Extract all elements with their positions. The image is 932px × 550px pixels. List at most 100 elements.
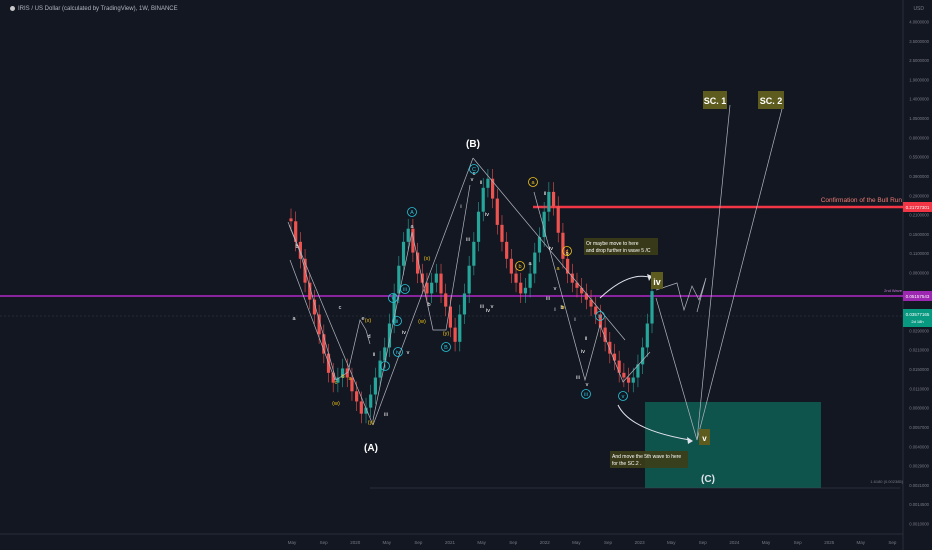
- price-tick-label: 0.2100000: [909, 213, 929, 218]
- time-tick-label: 2020: [350, 540, 361, 545]
- wave-label: ii: [585, 336, 587, 342]
- candle-body: [458, 314, 462, 342]
- iv-callout: iv: [651, 272, 663, 289]
- v-callout: v: [699, 429, 710, 445]
- price-tick-label: 1.0500000: [909, 116, 929, 121]
- wave-label: v: [407, 350, 410, 356]
- wave-label: iv: [581, 349, 585, 355]
- wave-label: (x): [365, 318, 372, 324]
- sc1-label: SC. 1: [704, 96, 727, 106]
- candle-body: [486, 178, 490, 188]
- wave-label: i: [574, 317, 575, 323]
- wave-label: iv: [598, 314, 602, 320]
- time-tick-label: 2025: [824, 540, 835, 545]
- symbol-title: IRIS / US Dollar (calculated by TradingV…: [18, 6, 178, 13]
- candle-body: [500, 224, 504, 242]
- price-tick-label: 2.5000000: [909, 58, 929, 63]
- candle-body: [373, 377, 377, 395]
- wave-label: b: [427, 302, 430, 308]
- time-tick-label: May: [857, 540, 866, 545]
- wave-label: ii: [480, 180, 482, 186]
- price-tick-label: 0.0010000: [909, 522, 929, 527]
- candle-body: [551, 191, 556, 207]
- candle-body: [444, 293, 448, 307]
- candle-body: [359, 401, 363, 414]
- wave-label: ii: [373, 352, 375, 358]
- note-bottom: And move the 5th wave to here for the SC…: [610, 451, 688, 468]
- wave-label: iv: [402, 330, 406, 336]
- symbol-header[interactable]: IRIS / US Dollar (calculated by TradingV…: [10, 6, 178, 12]
- wave-label: iii: [546, 296, 550, 302]
- wave-label: c: [566, 249, 569, 255]
- bull-run-price-value: 0.21727301: [906, 205, 930, 210]
- wave-label: v: [491, 304, 494, 310]
- price-tick-label: 0.0150000: [909, 367, 929, 372]
- wave-A-label: (A): [364, 443, 378, 454]
- wave-label: iv: [549, 246, 553, 252]
- note-top-line1: Or maybe move to here: [586, 241, 639, 247]
- wave-label: v: [586, 382, 589, 388]
- price-chart[interactable]: 1.6180 (0.002385) Confirmation of the Bu…: [0, 0, 932, 550]
- sc2-label: SC. 2: [760, 96, 783, 106]
- price-tick-label: 0.1100000: [910, 251, 930, 256]
- iv-label: iv: [653, 277, 661, 287]
- wave-label: b: [295, 244, 298, 250]
- note-top-line2: and drop further in wave 5 /C: [586, 248, 651, 254]
- candle-body: [528, 273, 532, 288]
- time-tick-label: May: [762, 540, 771, 545]
- note-bottom-line2: for the SC.2 .: [612, 461, 641, 467]
- wave-label: i: [384, 364, 385, 370]
- second-wave-label: 2nd Wave: [884, 288, 903, 293]
- price-tick-label: 0.0210000: [909, 348, 929, 353]
- candle-body: [505, 241, 509, 259]
- candle-body: [355, 391, 359, 402]
- candle-body: [617, 360, 621, 373]
- wave-label: iii: [576, 375, 580, 381]
- sc1-callout: SC. 1: [703, 91, 727, 109]
- wave-label: b: [561, 305, 564, 311]
- wave-label: ii: [544, 191, 546, 197]
- wave-label: ii: [396, 319, 398, 325]
- candle-body: [523, 287, 528, 294]
- wave-label: v: [392, 296, 395, 302]
- price-tick-label: 0.0080000: [909, 406, 929, 411]
- v-label: v: [702, 434, 707, 443]
- currency-label: USD: [913, 6, 924, 12]
- price-tick-label: 3.5000000: [909, 39, 929, 44]
- price-tick-label: 0.0040000: [909, 444, 929, 449]
- note-bottom-line1: And move the 5th wave to here: [612, 454, 681, 460]
- candle-body: [495, 198, 499, 225]
- price-tick-label: 0.0800000: [909, 271, 929, 276]
- wave-label: v: [471, 177, 474, 183]
- candle-body: [626, 377, 631, 383]
- candle-body: [533, 252, 537, 274]
- wave-label: iii: [466, 237, 470, 243]
- wave-label: C: [472, 167, 476, 173]
- time-tick-label: May: [383, 540, 392, 545]
- time-tick-label: May: [667, 540, 676, 545]
- price-tick-label: 0.1500000: [909, 232, 929, 237]
- current-price-countdown: 2d 18h: [911, 319, 923, 324]
- wave-label: B: [444, 345, 448, 351]
- price-tick-label: 1.4000000: [909, 97, 929, 102]
- target-zone-box: [645, 402, 821, 488]
- time-tick-label: Sep: [888, 540, 897, 545]
- bull-run-price-tag: 0.21727301: [903, 202, 932, 212]
- second-wave-price-tag: 0.05157543: [903, 291, 932, 301]
- wave-label: iii: [480, 304, 484, 310]
- price-tick-label: 0.3900000: [909, 174, 929, 179]
- current-price-tag: 0.03577165 2d 18h: [903, 309, 932, 327]
- wave-label: b: [518, 264, 521, 270]
- wave-C-label: (C): [701, 474, 715, 485]
- time-tick-label: 2024: [729, 540, 740, 545]
- target-zone-label: 1.6180 (0.002385): [870, 479, 903, 484]
- candle-body: [289, 218, 293, 222]
- wave-label: v: [554, 286, 557, 292]
- candle-body: [519, 282, 523, 294]
- time-tick-label: 2023: [635, 540, 646, 545]
- wave-label: (x): [424, 256, 431, 262]
- candle-body: [631, 377, 635, 383]
- candle-body: [481, 187, 485, 212]
- price-tick-label: 0.2900000: [909, 193, 929, 198]
- wave-label: iv: [396, 350, 400, 356]
